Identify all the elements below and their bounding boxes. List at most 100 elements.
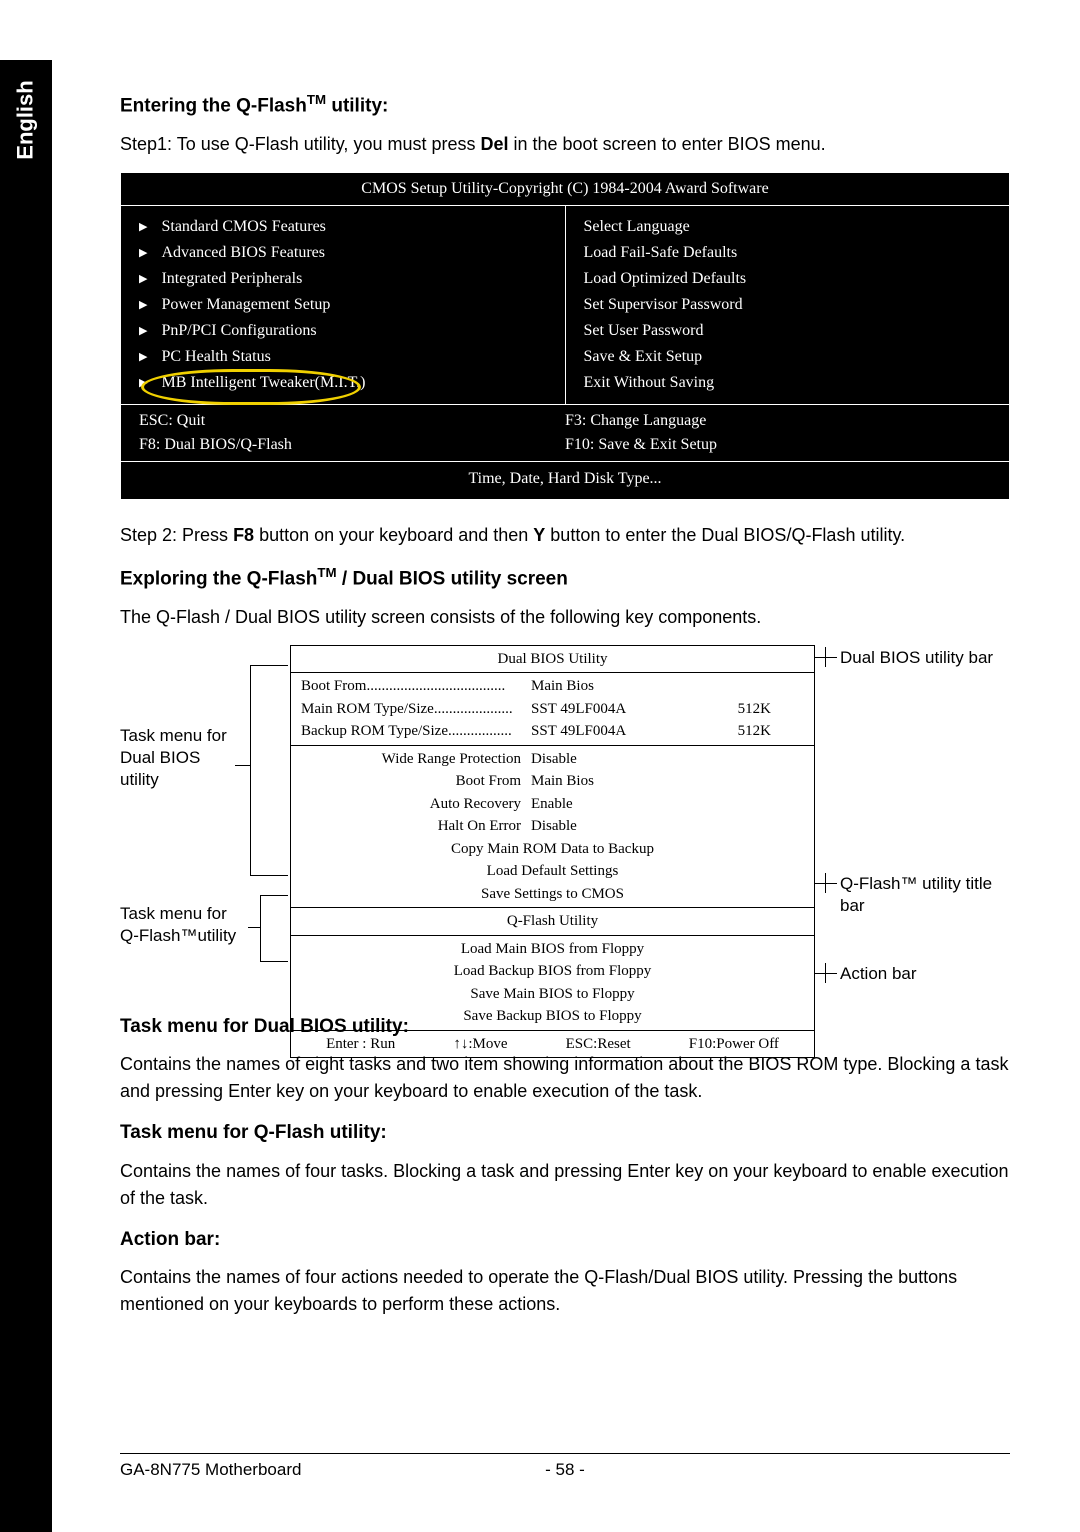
text: bar [840, 895, 992, 917]
cmos-item[interactable]: Save & Exit Setup [584, 344, 992, 370]
cmos-item[interactable]: Exit Without Saving [584, 370, 992, 396]
task-item[interactable]: Save Main BIOS to Floppy [301, 983, 804, 1006]
cmos-key-row: ESC: Quit F8: Dual BIOS/Q-Flash F3: Chan… [121, 405, 1009, 462]
key-col-left: ESC: Quit F8: Dual BIOS/Q-Flash [139, 409, 565, 457]
dual-bios-box: Dual BIOS Utility Boot From.............… [290, 645, 815, 1059]
callout-line [815, 883, 837, 884]
callout-task-qflash: Task menu for Q-Flash™utility [120, 903, 236, 947]
callout-line [260, 961, 288, 962]
cmos-right-col: Select Language Load Fail-Safe Defaults … [566, 206, 1010, 404]
cmos-item[interactable]: Set Supervisor Password [584, 292, 992, 318]
text: in the boot screen to enter BIOS menu. [509, 134, 826, 154]
callout-line [815, 657, 837, 658]
cmos-item[interactable]: ▶Standard CMOS Features [139, 214, 547, 240]
task-item[interactable]: Load Default Settings [301, 860, 804, 883]
callout-line [825, 873, 826, 893]
text: button to enter the Dual BIOS/Q-Flash ut… [545, 525, 905, 545]
option-row[interactable]: Wide Range ProtectionDisable [301, 748, 804, 771]
text: Task menu for [120, 725, 227, 747]
heading-text: utility: [326, 95, 388, 116]
dual-title: Dual BIOS Utility [291, 646, 814, 673]
cmos-footer: Time, Date, Hard Disk Type... [121, 462, 1009, 499]
callout-action-bar: Action bar [840, 963, 917, 985]
cmos-item[interactable]: Set User Password [584, 318, 992, 344]
triangle-icon: ▶ [139, 219, 147, 236]
cmos-item[interactable]: ▶ Power Management Setup [139, 292, 547, 318]
value: Disable [531, 748, 804, 771]
task-item[interactable]: Save Settings to CMOS [301, 883, 804, 906]
f10-hint: F10: Save & Exit Setup [565, 433, 991, 457]
value: SST 49LF004A [531, 720, 691, 743]
task-item[interactable]: Load Backup BIOS from Floppy [301, 960, 804, 983]
callout-line [825, 647, 826, 667]
option-row[interactable]: Boot FromMain Bios [301, 770, 804, 793]
footer-page: - 58 - [525, 1460, 605, 1480]
callout-line [235, 765, 250, 766]
triangle-icon: ▶ [139, 323, 147, 340]
action-hint: Enter : Run [326, 1033, 395, 1056]
key-y: Y [533, 525, 545, 545]
f8-hint: F8: Dual BIOS/Q-Flash [139, 433, 565, 457]
task-item[interactable]: Copy Main ROM Data to Backup [301, 838, 804, 861]
tm-mark: TM [317, 565, 336, 580]
triangle-icon: ▶ [139, 271, 147, 288]
info-row: Backup ROM Type/Size.................SST… [301, 720, 804, 743]
label: Load Fail-Safe Defaults [584, 241, 738, 265]
value: 512K [691, 698, 771, 721]
para-task-qflash: Contains the names of four tasks. Blocki… [120, 1158, 1010, 1212]
action-hint: F10:Power Off [689, 1033, 779, 1056]
value: Disable [531, 815, 804, 838]
value: 512K [691, 720, 771, 743]
action-bar: Enter : Run ↑↓:Move ESC:Reset F10:Power … [291, 1030, 814, 1058]
text: Q-Flash™ utility title [840, 873, 992, 895]
text: Dual BIOS [120, 747, 227, 769]
label: Select Language [584, 215, 690, 239]
callout-line [260, 895, 261, 961]
heading-text: Entering the Q-Flash [120, 95, 307, 116]
cmos-title: CMOS Setup Utility-Copyright (C) 1984-20… [121, 173, 1009, 205]
step2-text: Step 2: Press F8 button on your keyboard… [120, 522, 1010, 549]
cmos-item[interactable]: ▶ PC Health Status [139, 344, 547, 370]
label: Set User Password [584, 319, 704, 343]
cmos-item[interactable]: ▶ PnP/PCI Configurations [139, 318, 547, 344]
label: PnP/PCI Configurations [161, 319, 316, 343]
dual-bios-figure: Dual BIOS Utility Boot From.............… [120, 645, 1010, 985]
triangle-icon: ▶ [139, 297, 147, 314]
option-row[interactable]: Halt On ErrorDisable [301, 815, 804, 838]
task-item[interactable]: Save Backup BIOS to Floppy [301, 1005, 804, 1028]
para-action-bar: Contains the names of four actions neede… [120, 1264, 1010, 1318]
heading-text: Exploring the Q-Flash [120, 568, 317, 589]
info-row: Main ROM Type/Size.....................S… [301, 698, 804, 721]
callout-line [250, 875, 288, 876]
cmos-item[interactable]: ▶Integrated Peripherals [139, 266, 547, 292]
triangle-icon: ▶ [139, 349, 147, 366]
callout-line [250, 665, 251, 875]
callout-line [815, 973, 837, 974]
value: Main Bios [531, 675, 691, 698]
option-row[interactable]: Auto RecoveryEnable [301, 793, 804, 816]
cmos-left-col: ▶Standard CMOS Features ▶Advanced BIOS F… [121, 206, 566, 404]
callout-dual-bar: Dual BIOS utility bar [840, 647, 993, 669]
task-item[interactable]: Load Main BIOS from Floppy [301, 938, 804, 961]
label: Load Optimized Defaults [584, 267, 747, 291]
text: utility [120, 769, 227, 791]
cmos-item[interactable]: ▶MB Intelligent Tweaker(M.I.T.) [139, 370, 547, 396]
label: Power Management Setup [161, 293, 330, 317]
callout-line [260, 895, 288, 896]
value: Main Bios [531, 770, 804, 793]
cmos-item[interactable]: Select Language [584, 214, 992, 240]
callout-qflash-bar: Q-Flash™ utility title bar [840, 873, 992, 917]
label: Boot From...............................… [301, 675, 531, 698]
cmos-item[interactable]: Load Optimized Defaults [584, 266, 992, 292]
text: Step 2: Press [120, 525, 233, 545]
info-row: Boot From...............................… [301, 675, 804, 698]
cmos-item[interactable]: Load Fail-Safe Defaults [584, 240, 992, 266]
language-tab: English [0, 60, 52, 180]
language-label: English [13, 80, 39, 159]
text: Task menu for [120, 903, 236, 925]
action-hint: ↑↓:Move [453, 1033, 507, 1056]
label: MB Intelligent Tweaker(M.I.T.) [161, 371, 365, 395]
cmos-item[interactable]: ▶Advanced BIOS Features [139, 240, 547, 266]
label: PC Health Status [161, 345, 270, 369]
heading-action-bar: Action bar: [120, 1226, 1010, 1255]
